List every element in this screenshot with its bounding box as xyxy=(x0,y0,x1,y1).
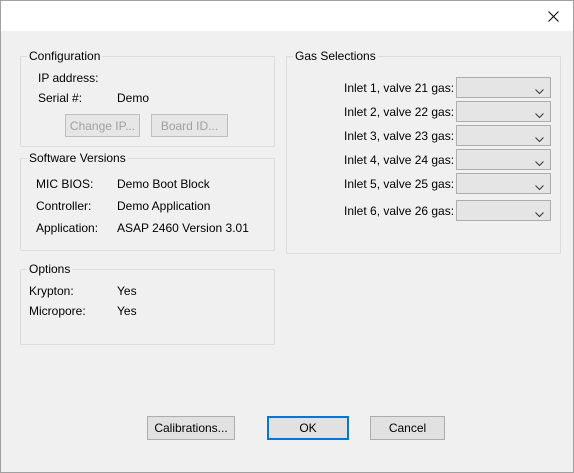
inlet-5-label: Inlet 5, valve 25 gas: xyxy=(344,177,455,191)
micropore-value: Yes xyxy=(117,304,137,318)
serial-value: Demo xyxy=(117,91,150,105)
chevron-down-icon xyxy=(535,207,544,221)
inlet-6-gas-select[interactable] xyxy=(456,200,551,221)
inlet-3-gas-select[interactable] xyxy=(456,125,551,146)
system-info-dialog: Configuration IP address: Serial #: Demo… xyxy=(0,0,574,473)
cancel-button[interactable]: Cancel xyxy=(370,416,445,440)
calibrations-button[interactable]: Calibrations... xyxy=(147,416,235,440)
serial-label: Serial #: xyxy=(38,91,83,105)
gas-selections-group-title: Gas Selections xyxy=(293,49,378,63)
micropore-label: Micropore: xyxy=(29,304,86,318)
inlet-5-gas-select[interactable] xyxy=(456,173,551,194)
inlet-2-label: Inlet 2, valve 22 gas: xyxy=(344,105,455,119)
chevron-down-icon xyxy=(535,156,544,170)
software-versions-group: Software Versions MIC BIOS: Demo Boot Bl… xyxy=(20,151,275,251)
chevron-down-icon xyxy=(535,132,544,146)
configuration-group: Configuration IP address: Serial #: Demo… xyxy=(20,49,275,147)
krypton-label: Krypton: xyxy=(29,284,74,298)
options-group-title: Options xyxy=(27,262,73,276)
inlet-1-label: Inlet 1, valve 21 gas: xyxy=(344,81,455,95)
application-value: ASAP 2460 Version 3.01 xyxy=(117,221,249,235)
options-group: Options Krypton: Yes Micropore: Yes xyxy=(20,262,275,345)
configuration-group-title: Configuration xyxy=(27,49,103,63)
inlet-6-label: Inlet 6, valve 26 gas: xyxy=(344,204,455,218)
inlet-1-gas-select[interactable] xyxy=(456,77,551,98)
close-button[interactable] xyxy=(533,1,573,31)
krypton-value: Yes xyxy=(117,284,137,298)
inlet-2-gas-select[interactable] xyxy=(456,101,551,122)
title-bar xyxy=(1,1,573,31)
chevron-down-icon xyxy=(535,180,544,194)
inlet-4-gas-select[interactable] xyxy=(456,149,551,170)
application-label: Application: xyxy=(36,221,99,235)
ok-button[interactable]: OK xyxy=(267,416,349,440)
software-versions-group-title: Software Versions xyxy=(27,151,128,165)
controller-value: Demo Application xyxy=(117,199,211,213)
change-ip-button[interactable]: Change IP... xyxy=(65,114,140,137)
controller-label: Controller: xyxy=(36,199,92,213)
inlet-4-label: Inlet 4, valve 24 gas: xyxy=(344,153,455,167)
mic-bios-value: Demo Boot Block xyxy=(117,177,210,191)
board-id-button[interactable]: Board ID... xyxy=(151,114,228,137)
close-icon xyxy=(547,10,559,22)
chevron-down-icon xyxy=(535,108,544,122)
chevron-down-icon xyxy=(535,84,544,98)
inlet-3-label: Inlet 3, valve 23 gas: xyxy=(344,129,455,143)
ip-address-label: IP address: xyxy=(38,71,99,85)
mic-bios-label: MIC BIOS: xyxy=(36,177,94,191)
